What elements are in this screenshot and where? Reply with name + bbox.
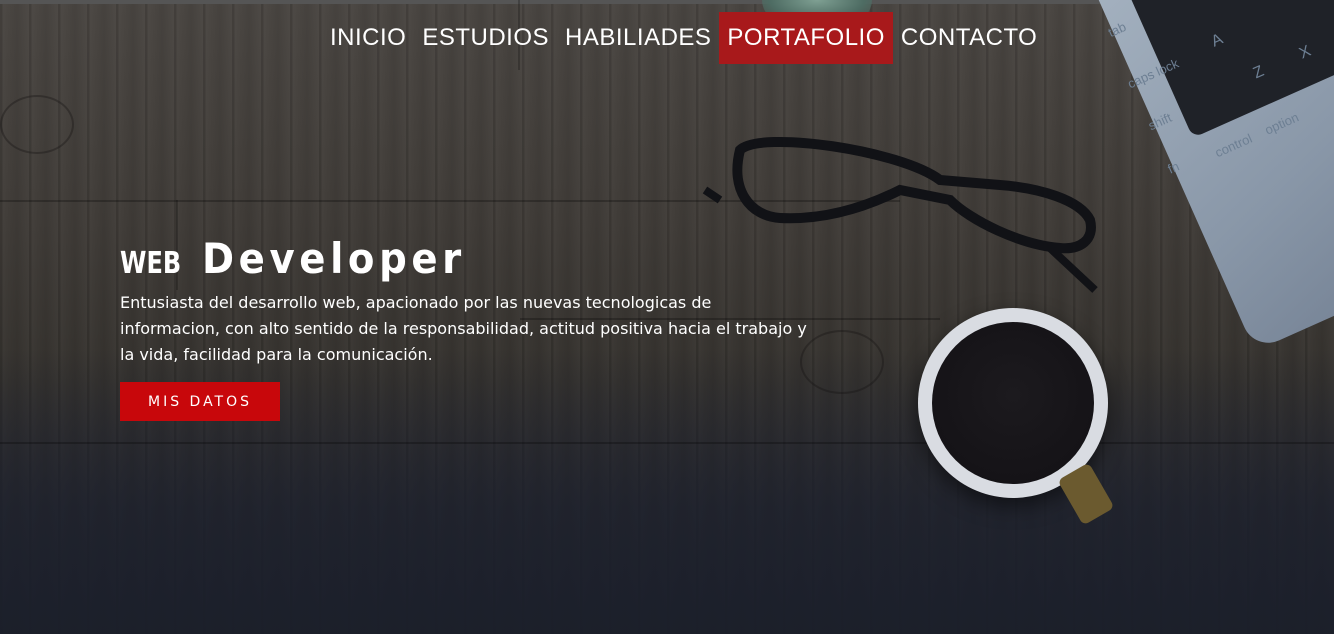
nav-item-portafolio[interactable]: PORTAFOLIO [719,12,893,64]
glasses-image [702,136,1098,293]
hero-title-prefix: WEB [120,246,182,281]
mis-datos-button[interactable]: MIS DATOS [120,382,280,421]
nav-item-estudios[interactable]: ESTUDIOS [414,12,557,64]
nav-item-inicio[interactable]: INICIO [322,12,414,64]
wood-seam [0,442,1334,444]
hero-title-main: Developer [201,234,466,283]
nav-item-habiliades[interactable]: HABILIADES [557,12,719,64]
hero-title: WEB Developer [120,234,488,283]
nav-item-contacto[interactable]: CONTACTO [893,12,1045,64]
main-nav: INICIO ESTUDIOS HABILIADES PORTAFOLIO CO… [322,12,1045,64]
hero-description: Entusiasta del desarrollo web, apacionad… [120,293,807,364]
wood-knot [800,330,884,394]
coffee-image [932,322,1094,484]
wood-knot [0,95,74,154]
